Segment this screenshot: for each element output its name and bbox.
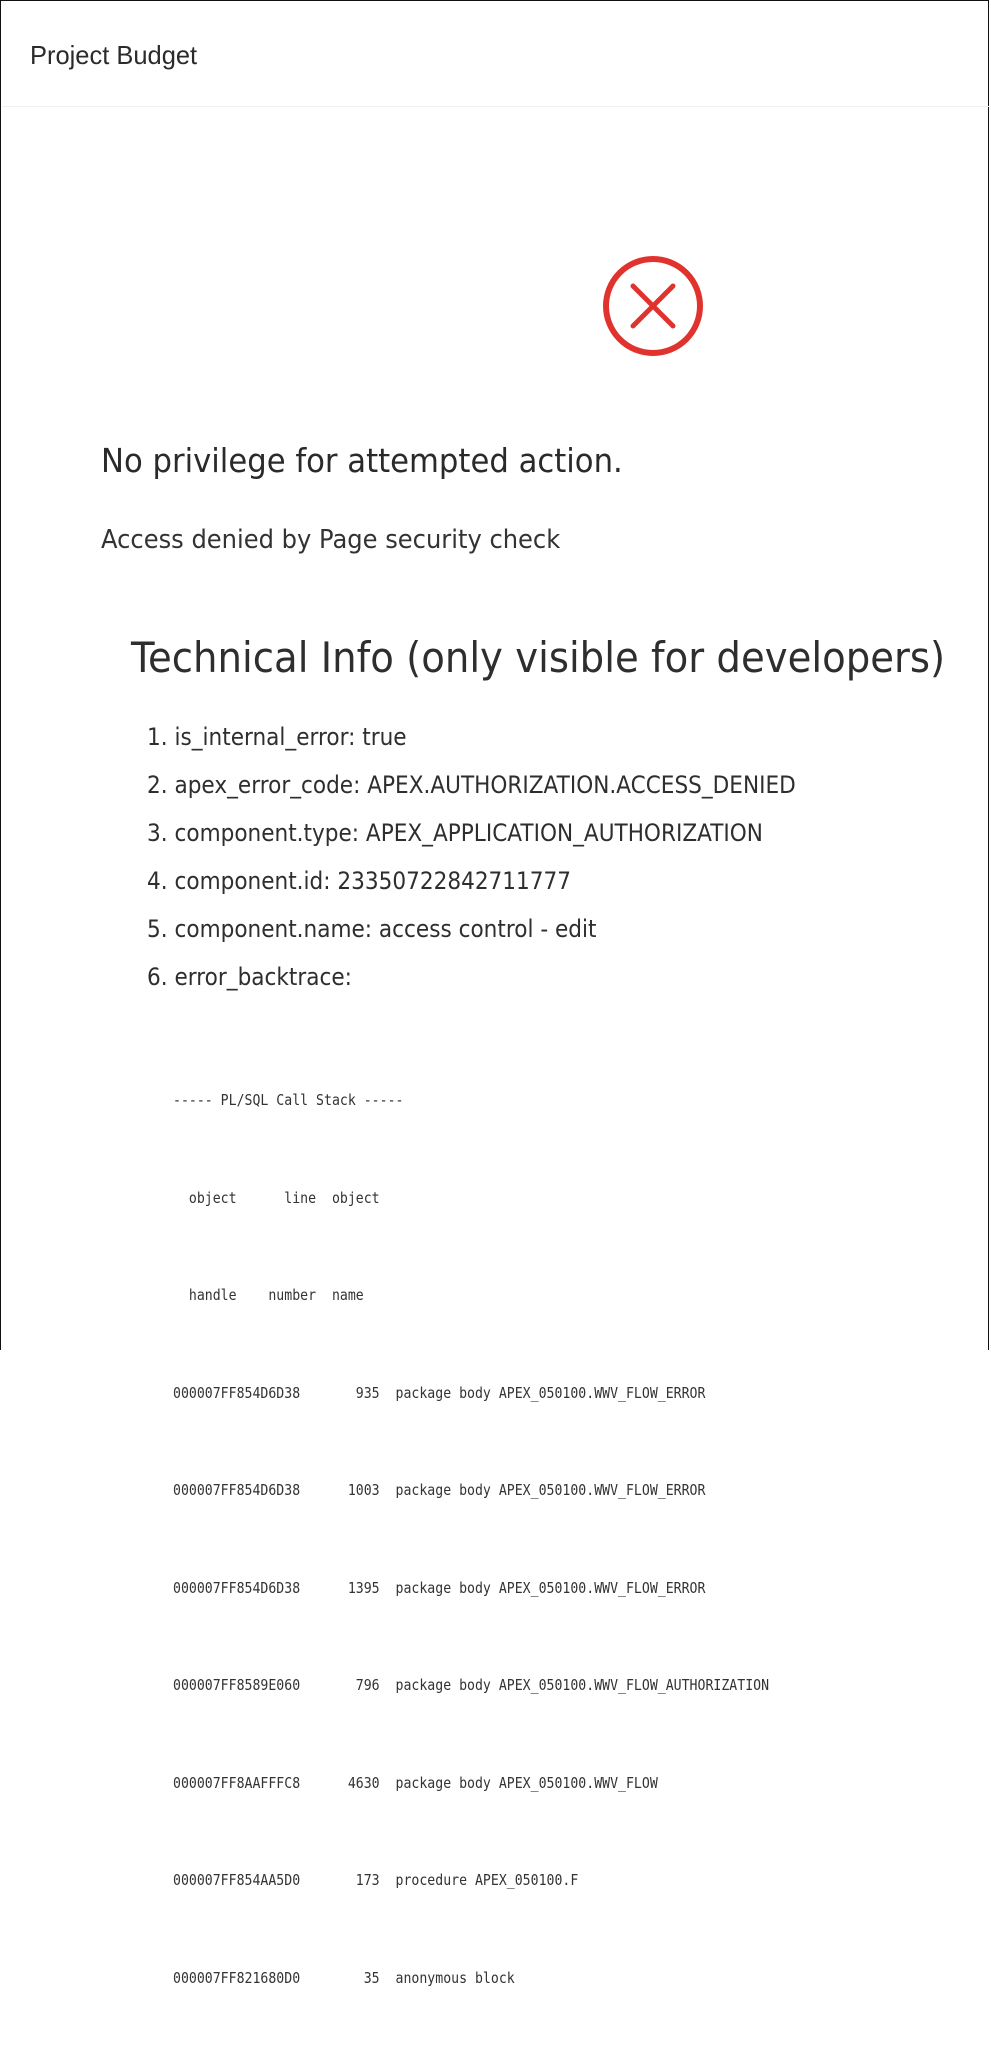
list-item: 1. is_internal_error: true bbox=[147, 723, 407, 751]
app-title: Project Budget bbox=[30, 40, 198, 70]
call-stack-header: ----- PL/SQL Call Stack ----- bbox=[173, 1091, 404, 1109]
error-message: No privilege for attempted action. bbox=[101, 441, 623, 480]
call-stack-row: 000007FF8AAFFFC8 4630 package body APEX_… bbox=[173, 1773, 658, 1792]
error-circle-x-icon bbox=[603, 256, 703, 356]
app-header: Project Budget bbox=[2, 2, 989, 107]
list-item: 5. component.name: access control - edit bbox=[147, 915, 597, 943]
page-frame: Project Budget No privilege for attempte… bbox=[0, 0, 989, 1987]
list-item: 3. component.type: APEX_APPLICATION_AUTH… bbox=[147, 819, 763, 847]
list-item: 6. error_backtrace: bbox=[147, 963, 352, 991]
call-stack-column-header: handle number name bbox=[173, 1286, 364, 1304]
list-item: 4. component.id: 23350722842711777 bbox=[147, 867, 572, 895]
error-detail: Access denied by Page security check bbox=[101, 525, 561, 555]
call-stack: ----- PL/SQL Call Stack ----- object lin… bbox=[173, 1019, 769, 2059]
call-stack-row: 000007FF821680D0 35 anonymous block bbox=[173, 1968, 515, 1987]
call-stack-column-header: object line object bbox=[173, 1188, 380, 1207]
call-stack-row: 000007FF854D6D38 935 package body APEX_0… bbox=[173, 1383, 706, 1402]
call-stack-row: 000007FF854AA5D0 173 procedure APEX_0501… bbox=[173, 1871, 579, 1889]
call-stack-row: 000007FF854D6D38 1003 package body APEX_… bbox=[173, 1481, 706, 1499]
list-item: 2. apex_error_code: APEX.AUTHORIZATION.A… bbox=[147, 771, 796, 799]
call-stack-row: 000007FF8589E060 796 package body APEX_0… bbox=[173, 1676, 770, 1694]
technical-info-list: 1. is_internal_error: true 2. apex_error… bbox=[147, 723, 868, 1011]
call-stack-row: 000007FF854D6D38 1395 package body APEX_… bbox=[173, 1578, 706, 1597]
technical-info-title: Technical Info (only visible for develop… bbox=[131, 633, 946, 682]
